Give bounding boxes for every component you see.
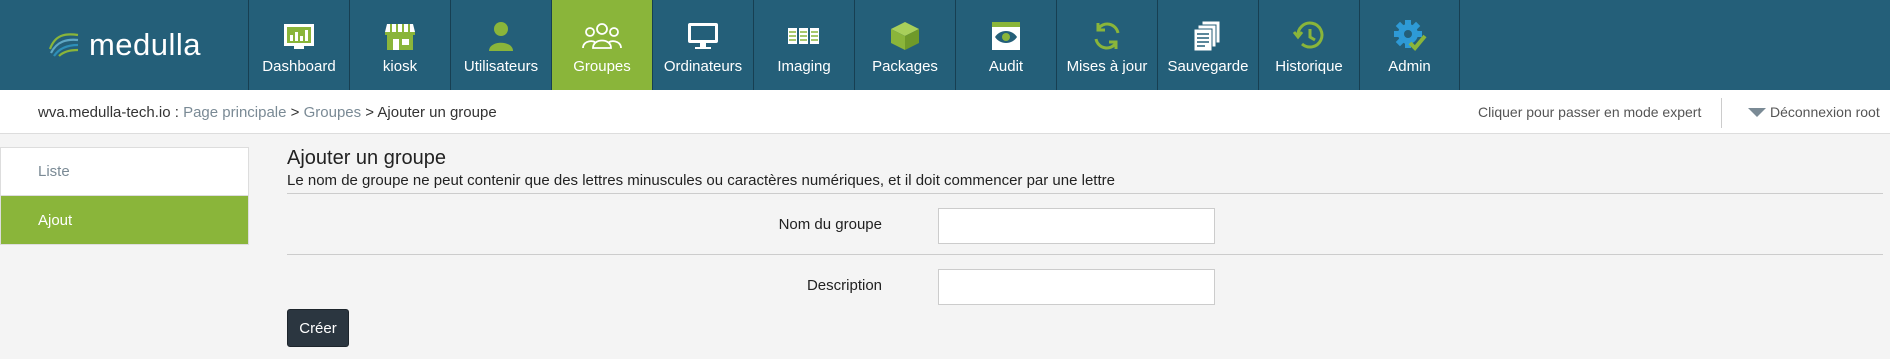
monitor-icon [683, 18, 723, 54]
expert-mode-link[interactable]: Cliquer pour passer en mode expert [1478, 104, 1701, 120]
breadcrumb-bar: wva.medulla-tech.io : Page principale > … [0, 90, 1890, 134]
description-input[interactable] [938, 269, 1215, 305]
updates-icon [1087, 18, 1127, 54]
breadcrumb-separator: > [286, 104, 304, 121]
nav-item-groupes[interactable]: Groupes [551, 0, 652, 90]
kiosk-icon [380, 18, 420, 54]
description-row: Description [287, 255, 1883, 315]
nav-label: Utilisateurs [463, 58, 539, 75]
nav-item-packages[interactable]: Packages [854, 0, 955, 90]
logout-label: Déconnexion root [1770, 104, 1880, 120]
nav-item-ordinateurs[interactable]: Ordinateurs [652, 0, 753, 90]
nav-item-imaging[interactable]: Imaging [753, 0, 854, 90]
nav-item-kiosk[interactable]: kiosk [349, 0, 450, 90]
breadcrumb: wva.medulla-tech.io : Page principale > … [38, 104, 497, 121]
top-navigation-bar: medulla Dashboard kiosk Utilisateurs Gro… [0, 0, 1890, 90]
nav-label: Historique [1275, 58, 1343, 75]
nav-label: Mises à jour [1066, 58, 1148, 75]
nav-item-dashboard[interactable]: Dashboard [248, 0, 349, 90]
groups-icon [582, 18, 622, 54]
breadcrumb-separator: > [361, 104, 378, 121]
nav-label: Sauvegarde [1167, 58, 1249, 75]
nav-label: kiosk [382, 58, 418, 75]
nav-item-historique[interactable]: Historique [1258, 0, 1359, 90]
dashboard-icon [279, 18, 319, 54]
nav-label: Ordinateurs [663, 58, 743, 75]
create-button[interactable]: Créer [287, 309, 349, 347]
packages-icon [885, 18, 925, 54]
caret-down-icon [1748, 107, 1766, 117]
nav-item-utilisateurs[interactable]: Utilisateurs [450, 0, 551, 90]
group-name-row: Nom du groupe [287, 194, 1883, 254]
nav-item-audit[interactable]: Audit [955, 0, 1056, 90]
description-label: Description [806, 277, 882, 294]
nav-label: Packages [872, 58, 938, 75]
logo[interactable]: medulla [0, 0, 248, 90]
nav-item-mises-a-jour[interactable]: Mises à jour [1056, 0, 1157, 90]
audit-icon [986, 18, 1026, 54]
sidebar-item-label: Liste [38, 163, 70, 180]
group-name-input[interactable] [938, 208, 1215, 244]
sidebar-item-ajout[interactable]: Ajout [1, 196, 248, 244]
main-nav: Dashboard kiosk Utilisateurs Groupes Ord… [248, 0, 1460, 90]
logo-text: medulla [88, 27, 202, 62]
sidebar: Liste Ajout [0, 147, 249, 245]
logout-link[interactable]: Déconnexion root [1748, 104, 1880, 120]
nav-label: Admin [1388, 58, 1431, 75]
medulla-logo-icon [47, 29, 81, 62]
breadcrumb-section-link[interactable]: Groupes [304, 104, 362, 121]
history-icon [1289, 18, 1329, 54]
page-title: Ajouter un groupe [287, 147, 447, 169]
breadcrumb-host: wva.medulla-tech.io [38, 104, 171, 121]
nav-item-admin[interactable]: Admin [1359, 0, 1460, 90]
breadcrumb-separator: : [170, 104, 184, 121]
sidebar-item-liste[interactable]: Liste [1, 148, 248, 196]
nav-label: Imaging [777, 58, 831, 75]
main-content: Ajouter un groupe Le nom de groupe ne pe… [287, 147, 1883, 347]
nav-item-sauvegarde[interactable]: Sauvegarde [1157, 0, 1258, 90]
breadcrumb-current: Ajouter un groupe [377, 104, 497, 121]
breadcrumb-home-link[interactable]: Page principale [183, 104, 286, 121]
nav-label: Groupes [573, 58, 631, 75]
backup-icon [1188, 18, 1228, 54]
admin-gear-icon [1390, 18, 1430, 54]
page-subtitle: Le nom de groupe ne peut contenir que de… [287, 172, 1115, 189]
header-divider [1721, 98, 1722, 128]
nav-label: Audit [988, 58, 1024, 75]
user-icon [481, 18, 521, 54]
sidebar-item-label: Ajout [38, 211, 73, 229]
imaging-icon [784, 18, 824, 54]
group-name-label: Nom du groupe [778, 216, 882, 233]
nav-label: Dashboard [262, 58, 336, 75]
